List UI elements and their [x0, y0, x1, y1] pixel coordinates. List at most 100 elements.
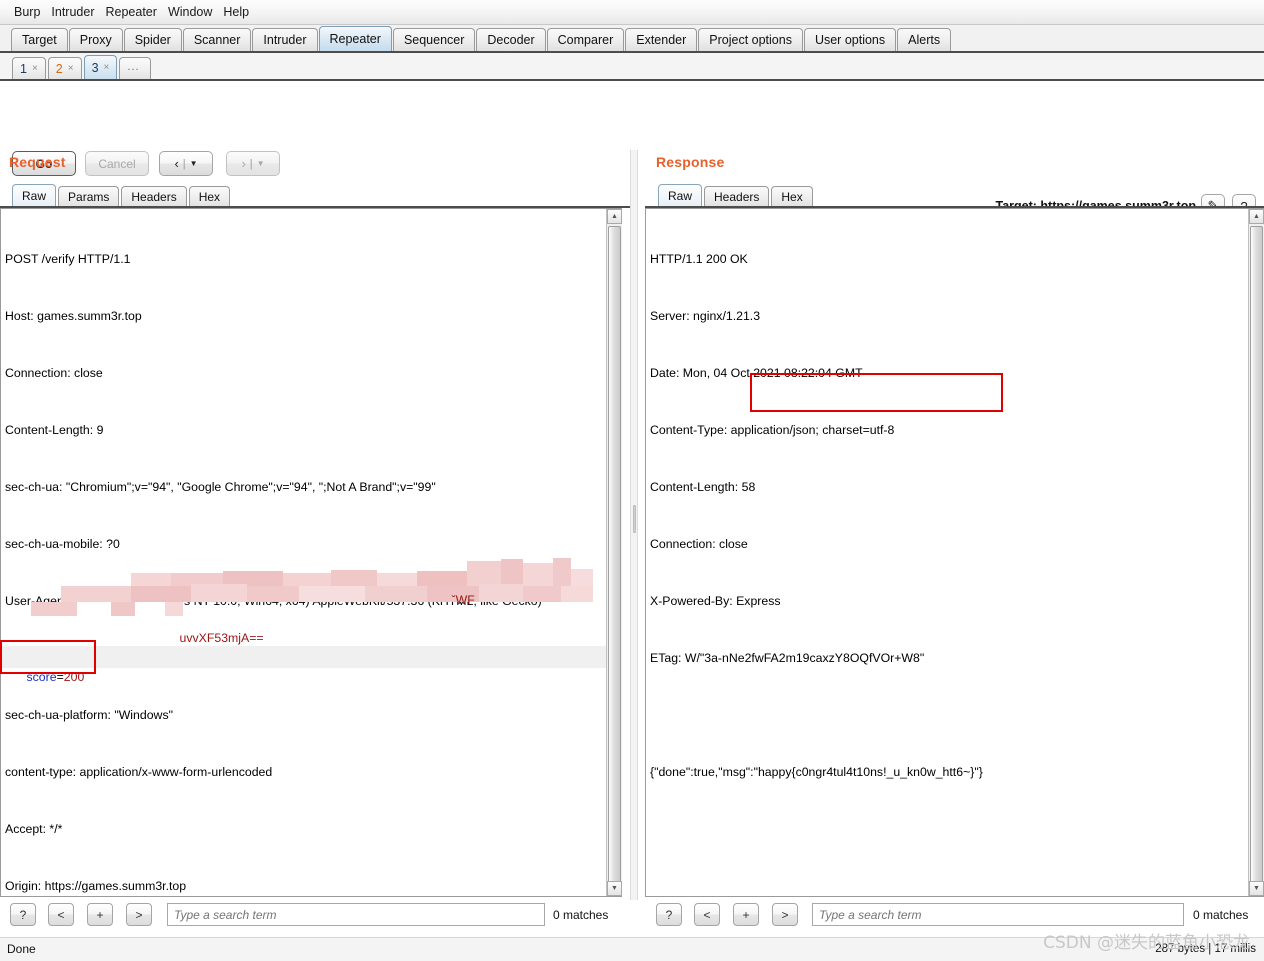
response-search-input[interactable] — [812, 903, 1184, 926]
request-search-next-button[interactable]: > — [126, 903, 152, 926]
response-search-help-button[interactable]: ? — [656, 903, 682, 926]
repeater-tab-1-label: 1 — [20, 61, 27, 76]
response-search-add-button[interactable]: + — [733, 903, 759, 926]
request-line: Accept: */* — [5, 822, 63, 836]
response-tab-headers[interactable]: Headers — [704, 186, 770, 208]
menu-item-intruder[interactable]: Intruder — [46, 3, 100, 21]
repeater-tab-new[interactable]: ... — [119, 57, 152, 79]
request-tab-bar: Raw Params Headers Hex — [12, 184, 232, 208]
menu-item-window[interactable]: Window — [163, 3, 218, 21]
burp-suite-window: Burp Intruder Repeater Window Help Targe… — [0, 0, 1264, 961]
tab-alerts[interactable]: Alerts — [897, 28, 952, 51]
repeater-action-row: Go Cancel ‹ | ▼ › | ▼ Target: https://ga… — [0, 81, 1264, 218]
response-line: Date: Mon, 04 Oct 2021 08:22:04 GMT — [650, 366, 863, 380]
menu-item-burp[interactable]: Burp — [9, 3, 46, 21]
body-param-name: score — [26, 670, 57, 684]
tab-repeater[interactable]: Repeater — [318, 26, 392, 51]
request-search-prev-button[interactable]: < — [48, 903, 74, 926]
tab-comparer[interactable]: Comparer — [546, 28, 625, 51]
response-line: HTTP/1.1 200 OK — [650, 252, 748, 266]
response-scrollbar[interactable]: ▲ ▼ — [1248, 209, 1264, 896]
response-editor[interactable]: HTTP/1.1 200 OK Server: nginx/1.21.3 Dat… — [645, 208, 1264, 897]
chevron-left-icon: < — [57, 907, 65, 922]
scroll-up-icon[interactable]: ▲ — [1249, 209, 1264, 224]
chevron-right-icon: > — [135, 907, 143, 922]
response-tab-bar: Raw Headers Hex — [658, 184, 815, 208]
menu-bar: Burp Intruder Repeater Window Help — [0, 0, 1264, 25]
close-icon[interactable]: × — [68, 59, 74, 79]
question-icon: ? — [19, 907, 27, 922]
tab-project-options[interactable]: Project options — [698, 28, 803, 51]
repeater-tab-3-label: 3 — [91, 60, 99, 75]
response-tab-hex[interactable]: Hex — [771, 186, 813, 208]
scroll-thumb[interactable] — [608, 226, 621, 886]
response-tab-raw[interactable]: Raw — [658, 184, 703, 208]
response-blank-line — [650, 706, 983, 725]
plus-icon: + — [742, 907, 750, 922]
plus-icon: + — [96, 907, 104, 922]
request-line: Content-Length: 9 — [5, 423, 104, 437]
scroll-down-icon[interactable]: ▼ — [1249, 881, 1264, 896]
back-button[interactable]: ‹ | ▼ — [159, 151, 213, 176]
cancel-button[interactable]: Cancel — [85, 151, 149, 176]
cookie-tail-1: ˇWF — [451, 593, 475, 607]
response-panel-title: Response — [656, 154, 725, 170]
scroll-up-icon[interactable]: ▲ — [607, 209, 622, 224]
forward-button[interactable]: › | ▼ — [226, 151, 280, 176]
request-tab-hex[interactable]: Hex — [188, 186, 231, 208]
tab-extender[interactable]: Extender — [625, 28, 698, 51]
request-body-text: score=200 — [6, 649, 85, 706]
request-tab-params[interactable]: Params — [58, 186, 120, 208]
repeater-tab-3[interactable]: 3 × — [83, 55, 118, 79]
repeater-tab-1[interactable]: 1 × — [12, 57, 46, 79]
request-tab-headers[interactable]: Headers — [121, 186, 187, 208]
request-line: Host: games.summ3r.top — [5, 309, 142, 323]
status-left-text: Done — [7, 942, 36, 956]
response-match-count: 0 matches — [1193, 908, 1249, 922]
close-icon[interactable]: × — [104, 58, 110, 78]
tab-decoder[interactable]: Decoder — [476, 28, 546, 51]
splitter-grip[interactable] — [633, 505, 636, 533]
menu-item-repeater[interactable]: Repeater — [101, 3, 163, 21]
repeater-tab-2[interactable]: 2 × — [47, 57, 82, 79]
tab-target[interactable]: Target — [11, 28, 68, 51]
tab-proxy[interactable]: Proxy — [68, 28, 123, 51]
repeater-tab-bar: 1 × 2 × 3 × ... — [0, 53, 1264, 81]
request-line: POST /verify HTTP/1.1 — [5, 252, 131, 266]
request-line: Origin: https://games.summ3r.top — [5, 879, 187, 893]
scroll-thumb[interactable] — [1250, 226, 1263, 886]
response-line: X-Powered-By: Express — [650, 594, 781, 608]
request-panel-title: Request — [9, 154, 66, 170]
close-icon[interactable]: × — [32, 59, 38, 79]
response-raw-text: HTTP/1.1 200 OK Server: nginx/1.21.3 Dat… — [650, 212, 983, 820]
menu-item-help[interactable]: Help — [218, 3, 255, 21]
response-line: Server: nginx/1.21.3 — [650, 309, 761, 323]
status-right-text: 287 bytes | 17 millis — [1155, 943, 1256, 955]
tab-user-options[interactable]: User options — [803, 28, 897, 51]
response-line: ETag: W/"3a-nNe2fwFA2m19caxzY8OQfVOr+W8" — [650, 651, 925, 665]
response-body: {"done":true,"msg":"happy{c0ngr4tul4t10n… — [650, 765, 983, 779]
panel-splitter[interactable] — [630, 150, 638, 900]
response-search-next-button[interactable]: > — [772, 903, 798, 926]
request-line: Connection: close — [5, 366, 103, 380]
chevron-right-icon: > — [781, 907, 789, 922]
request-tab-raw[interactable]: Raw — [12, 184, 57, 208]
request-search-input[interactable] — [167, 903, 545, 926]
tab-intruder[interactable]: Intruder — [252, 28, 318, 51]
tab-sequencer[interactable]: Sequencer — [392, 28, 476, 51]
request-line: content-type: application/x-www-form-url… — [5, 765, 273, 779]
chevron-left-icon: < — [703, 907, 711, 922]
chevron-down-icon: ▼ — [189, 159, 198, 168]
request-search-add-button[interactable]: + — [87, 903, 113, 926]
response-line: Connection: close — [650, 537, 748, 551]
status-bar: Done 287 bytes | 17 millis — [0, 937, 1264, 961]
request-search-help-button[interactable]: ? — [10, 903, 36, 926]
response-search-prev-button[interactable]: < — [694, 903, 720, 926]
tab-spider[interactable]: Spider — [123, 28, 182, 51]
request-editor[interactable]: POST /verify HTTP/1.1 Host: games.summ3r… — [0, 208, 622, 897]
request-match-count: 0 matches — [553, 908, 609, 922]
scroll-down-icon[interactable]: ▼ — [607, 881, 622, 896]
request-scrollbar[interactable]: ▲ ▼ — [606, 209, 622, 896]
tab-scanner[interactable]: Scanner — [182, 28, 252, 51]
repeater-tab-2-label: 2 — [55, 61, 63, 76]
